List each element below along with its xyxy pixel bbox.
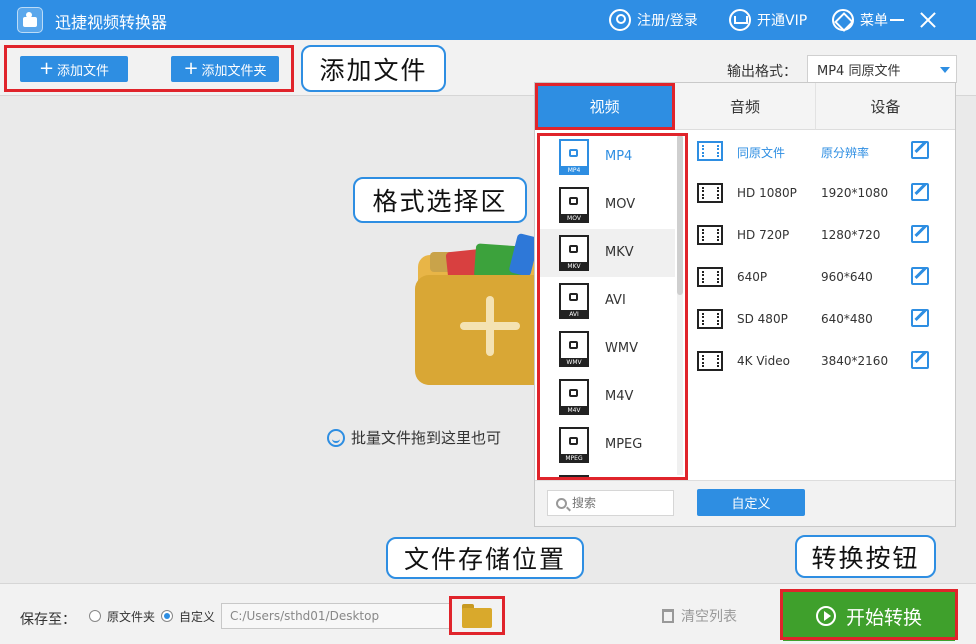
drop-hint-text: 批量文件拖到这里也可 <box>351 429 502 447</box>
preset-resolution: 640*480 <box>821 312 873 326</box>
preset-row-480p[interactable]: SD 480P 640*480 <box>695 297 955 339</box>
edit-icon[interactable] <box>911 267 929 285</box>
annotation-box-format-list <box>537 133 688 480</box>
preset-name: HD 720P <box>737 228 790 242</box>
edit-icon[interactable] <box>911 141 929 159</box>
tab-audio[interactable]: 音频 <box>674 83 815 130</box>
vip-label: 开通VIP <box>757 13 808 29</box>
app-logo-icon <box>17 7 43 33</box>
annotation-box-start-button <box>780 589 958 640</box>
edit-icon[interactable] <box>911 309 929 327</box>
preset-name: HD 1080P <box>737 186 797 200</box>
preset-row-640p[interactable]: 640P 960*640 <box>695 255 955 297</box>
annotation-box-video-tab <box>535 83 675 130</box>
radio-custom-folder[interactable] <box>161 610 173 622</box>
preset-row-720p[interactable]: HD 720P 1280*720 <box>695 213 955 255</box>
menu-button[interactable]: 菜单 <box>832 8 888 32</box>
format-search-box[interactable] <box>547 490 674 516</box>
close-icon[interactable] <box>918 10 938 30</box>
plus-icon <box>486 296 494 356</box>
vip-button[interactable]: 开通VIP <box>729 8 807 32</box>
preset-name: 同原文件 <box>737 146 786 160</box>
film-icon <box>697 309 723 329</box>
radio-original-label: 原文件夹 <box>107 610 156 624</box>
save-path-input[interactable] <box>221 603 450 629</box>
tab-device[interactable]: 设备 <box>814 83 955 130</box>
output-format-label: 输出格式： <box>727 64 797 80</box>
radio-original-folder[interactable] <box>89 610 101 622</box>
smile-icon <box>327 428 345 447</box>
login-label: 注册/登录 <box>637 13 698 29</box>
format-search-input[interactable] <box>572 496 662 510</box>
app-title: 迅捷视频转换器 <box>55 13 168 32</box>
chevron-down-icon <box>940 67 950 73</box>
radio-custom-label: 自定义 <box>179 610 216 624</box>
preset-name: 640P <box>737 270 768 284</box>
preset-row-original[interactable]: 同原文件 原分辨率 <box>695 129 955 171</box>
layers-icon <box>832 9 854 31</box>
menu-label: 菜单 <box>860 13 888 29</box>
preset-resolution: 原分辨率 <box>821 146 870 160</box>
film-icon <box>697 183 723 203</box>
preset-resolution: 1280*720 <box>821 228 881 242</box>
user-icon <box>609 9 631 31</box>
preset-resolution: 960*640 <box>821 270 873 284</box>
cart-icon <box>729 9 751 31</box>
preset-row-4k[interactable]: 4K Video 3840*2160 <box>695 339 955 381</box>
format-panel-footer: 自定义 <box>535 480 955 526</box>
preset-name: 4K Video <box>737 354 790 368</box>
callout-save-location: 文件存储位置 <box>386 537 584 579</box>
edit-icon[interactable] <box>911 225 929 243</box>
preset-resolution: 1920*1080 <box>821 186 889 200</box>
edit-icon[interactable] <box>911 183 929 201</box>
clear-list-label: 清空列表 <box>681 609 737 625</box>
annotation-box-save-location <box>449 596 505 635</box>
callout-add-file: 添加文件 <box>301 45 446 92</box>
trash-icon <box>662 609 674 623</box>
login-button[interactable]: 注册/登录 <box>609 8 698 32</box>
output-format-select[interactable]: MP4 同原文件 <box>807 55 957 83</box>
preset-name: SD 480P <box>737 312 788 326</box>
film-icon <box>697 141 723 161</box>
film-icon <box>697 351 723 371</box>
callout-convert-button: 转换按钮 <box>795 535 936 578</box>
callout-format-area: 格式选择区 <box>353 177 527 223</box>
film-icon <box>697 225 723 245</box>
title-bar: 迅捷视频转换器 注册/登录 开通VIP 菜单 <box>0 0 976 40</box>
clear-list-button[interactable]: 清空列表 <box>662 606 737 626</box>
edit-icon[interactable] <box>911 351 929 369</box>
search-icon <box>556 497 567 509</box>
minimize-icon[interactable] <box>890 19 904 21</box>
save-to-label: 保存至： <box>20 612 76 628</box>
film-icon <box>697 267 723 287</box>
drop-hint: 批量文件拖到这里也可 <box>327 427 501 448</box>
preset-resolution: 3840*2160 <box>821 354 889 368</box>
custom-format-button[interactable]: 自定义 <box>697 489 805 516</box>
output-format-value: MP4 同原文件 <box>817 63 901 79</box>
annotation-box-add-file <box>4 45 294 92</box>
preset-row-1080p[interactable]: HD 1080P 1920*1080 <box>695 171 955 213</box>
